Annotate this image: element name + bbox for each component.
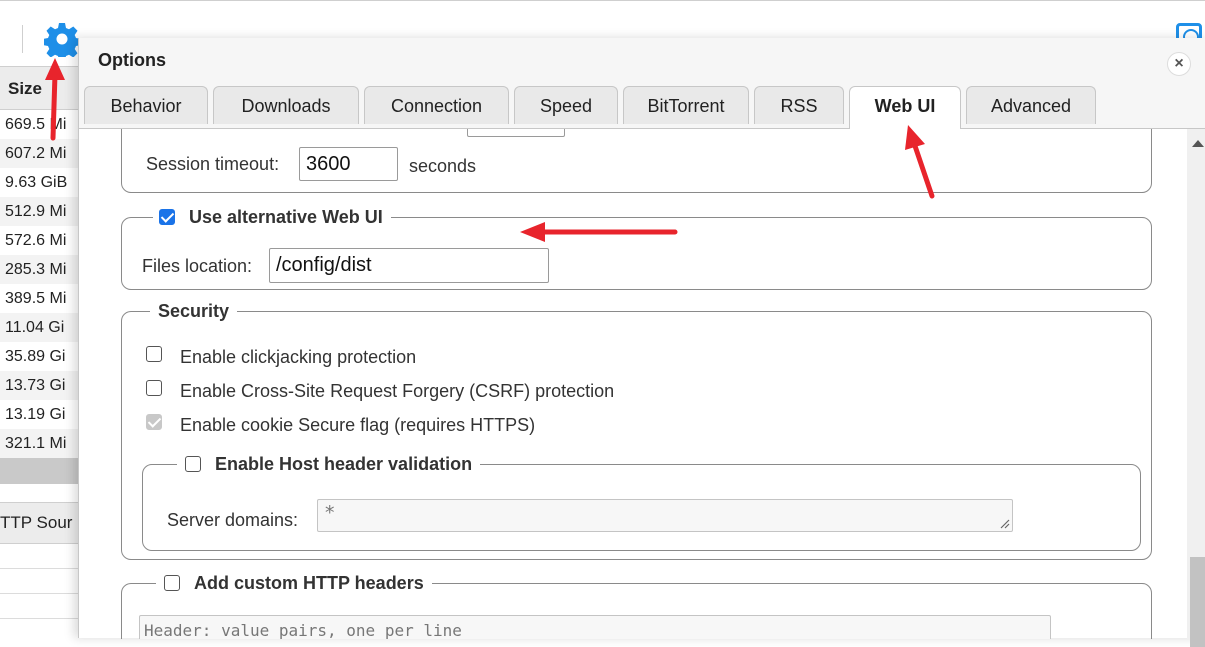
table-row[interactable]: 512.9 Mi	[0, 197, 80, 226]
options-tabs: Behavior Downloads Connection Speed BitT…	[79, 84, 1205, 129]
tab-advanced[interactable]: Advanced	[966, 86, 1096, 124]
host-header-legend: Enable Host header validation	[177, 454, 481, 475]
custom-headers-legend: Add custom HTTP headers	[156, 573, 432, 594]
tab-connection[interactable]: Connection	[364, 86, 509, 124]
close-button[interactable]: ×	[1167, 52, 1191, 76]
table-row[interactable]: 35.89 Gi	[0, 342, 80, 371]
toolbar	[0, 0, 1205, 57]
scrollbar[interactable]	[1187, 129, 1205, 647]
size-column-header[interactable]: Size	[0, 66, 80, 110]
table-row[interactable]: 11.04 Gi	[0, 313, 80, 342]
torrent-list: Size 669.5 Mi 607.2 Mi 9.63 GiB 512.9 Mi…	[0, 66, 80, 619]
host-header-checkbox[interactable]	[185, 456, 201, 472]
custom-headers-placeholder: Header: value pairs, one per line	[144, 621, 462, 639]
alt-webui-label: Use alternative Web UI	[189, 207, 383, 227]
hidden-input[interactable]	[467, 129, 565, 137]
csrf-label: Enable Cross-Site Request Forgery (CSRF)…	[180, 381, 615, 401]
custom-headers-label: Add custom HTTP headers	[194, 573, 424, 593]
clickjacking-label: Enable clickjacking protection	[180, 347, 417, 367]
table-row[interactable]: 607.2 Mi	[0, 139, 80, 168]
tab-behavior[interactable]: Behavior	[84, 86, 208, 124]
host-header-label: Enable Host header validation	[215, 454, 473, 474]
custom-headers-textarea[interactable]: Header: value pairs, one per line	[139, 615, 1051, 639]
tab-bittorrent[interactable]: BitTorrent	[623, 86, 749, 124]
list-item	[0, 594, 80, 619]
scroll-up-icon[interactable]	[1192, 140, 1204, 147]
session-timeout-input[interactable]	[299, 147, 398, 181]
table-row[interactable]: 572.6 Mi	[0, 226, 80, 255]
scrollbar-thumb[interactable]	[1190, 557, 1205, 647]
table-row[interactable]: 13.73 Gi	[0, 371, 80, 400]
dialog-title: Options	[98, 50, 166, 70]
clickjacking-checkbox[interactable]	[146, 346, 162, 362]
files-location-label: Files location:	[142, 256, 253, 276]
server-domains-label: Server domains:	[167, 510, 299, 530]
options-content: Session timeout: seconds Use alternative…	[79, 129, 1187, 639]
tab-rss[interactable]: RSS	[754, 86, 844, 124]
http-sources-tab[interactable]: TTP Sour	[0, 513, 72, 532]
resize-grip-icon[interactable]	[1000, 519, 1010, 529]
dialog-titlebar[interactable]: Options ×	[79, 38, 1205, 84]
seconds-label: seconds	[409, 156, 477, 176]
toolbar-separator	[22, 25, 23, 53]
table-row[interactable]: 9.63 GiB	[0, 168, 80, 197]
table-row[interactable]: 669.5 Mi	[0, 110, 80, 139]
table-row[interactable]: 389.5 Mi	[0, 284, 80, 313]
tab-speed[interactable]: Speed	[514, 86, 618, 124]
server-domains-value: *	[324, 502, 336, 524]
csrf-checkbox[interactable]	[146, 380, 162, 396]
table-row[interactable]: 13.19 Gi	[0, 400, 80, 429]
tab-web-ui[interactable]: Web UI	[849, 86, 961, 129]
files-location-input[interactable]	[269, 248, 549, 283]
security-legend: Security	[150, 301, 238, 322]
properties-tab-bar[interactable]: TTP Sour	[0, 502, 80, 544]
server-domains-input[interactable]: *	[317, 499, 1013, 532]
table-row[interactable]: 285.3 Mi	[0, 255, 80, 284]
selected-row[interactable]	[0, 458, 80, 484]
table-row[interactable]: 321.1 Mi	[0, 429, 80, 458]
alt-webui-legend: Use alternative Web UI	[153, 207, 391, 228]
alt-webui-checkbox[interactable]	[159, 209, 175, 225]
options-dialog: Options × Behavior Downloads Connection …	[78, 38, 1205, 647]
secure-cookie-label: Enable cookie Secure flag (requires HTTP…	[180, 415, 536, 435]
session-timeout-label: Session timeout:	[146, 154, 280, 174]
list-item	[0, 569, 80, 594]
secure-cookie-checkbox	[146, 414, 162, 430]
custom-headers-checkbox[interactable]	[164, 575, 180, 591]
list-item	[0, 544, 80, 569]
gear-icon[interactable]	[44, 21, 80, 57]
tab-downloads[interactable]: Downloads	[213, 86, 359, 124]
